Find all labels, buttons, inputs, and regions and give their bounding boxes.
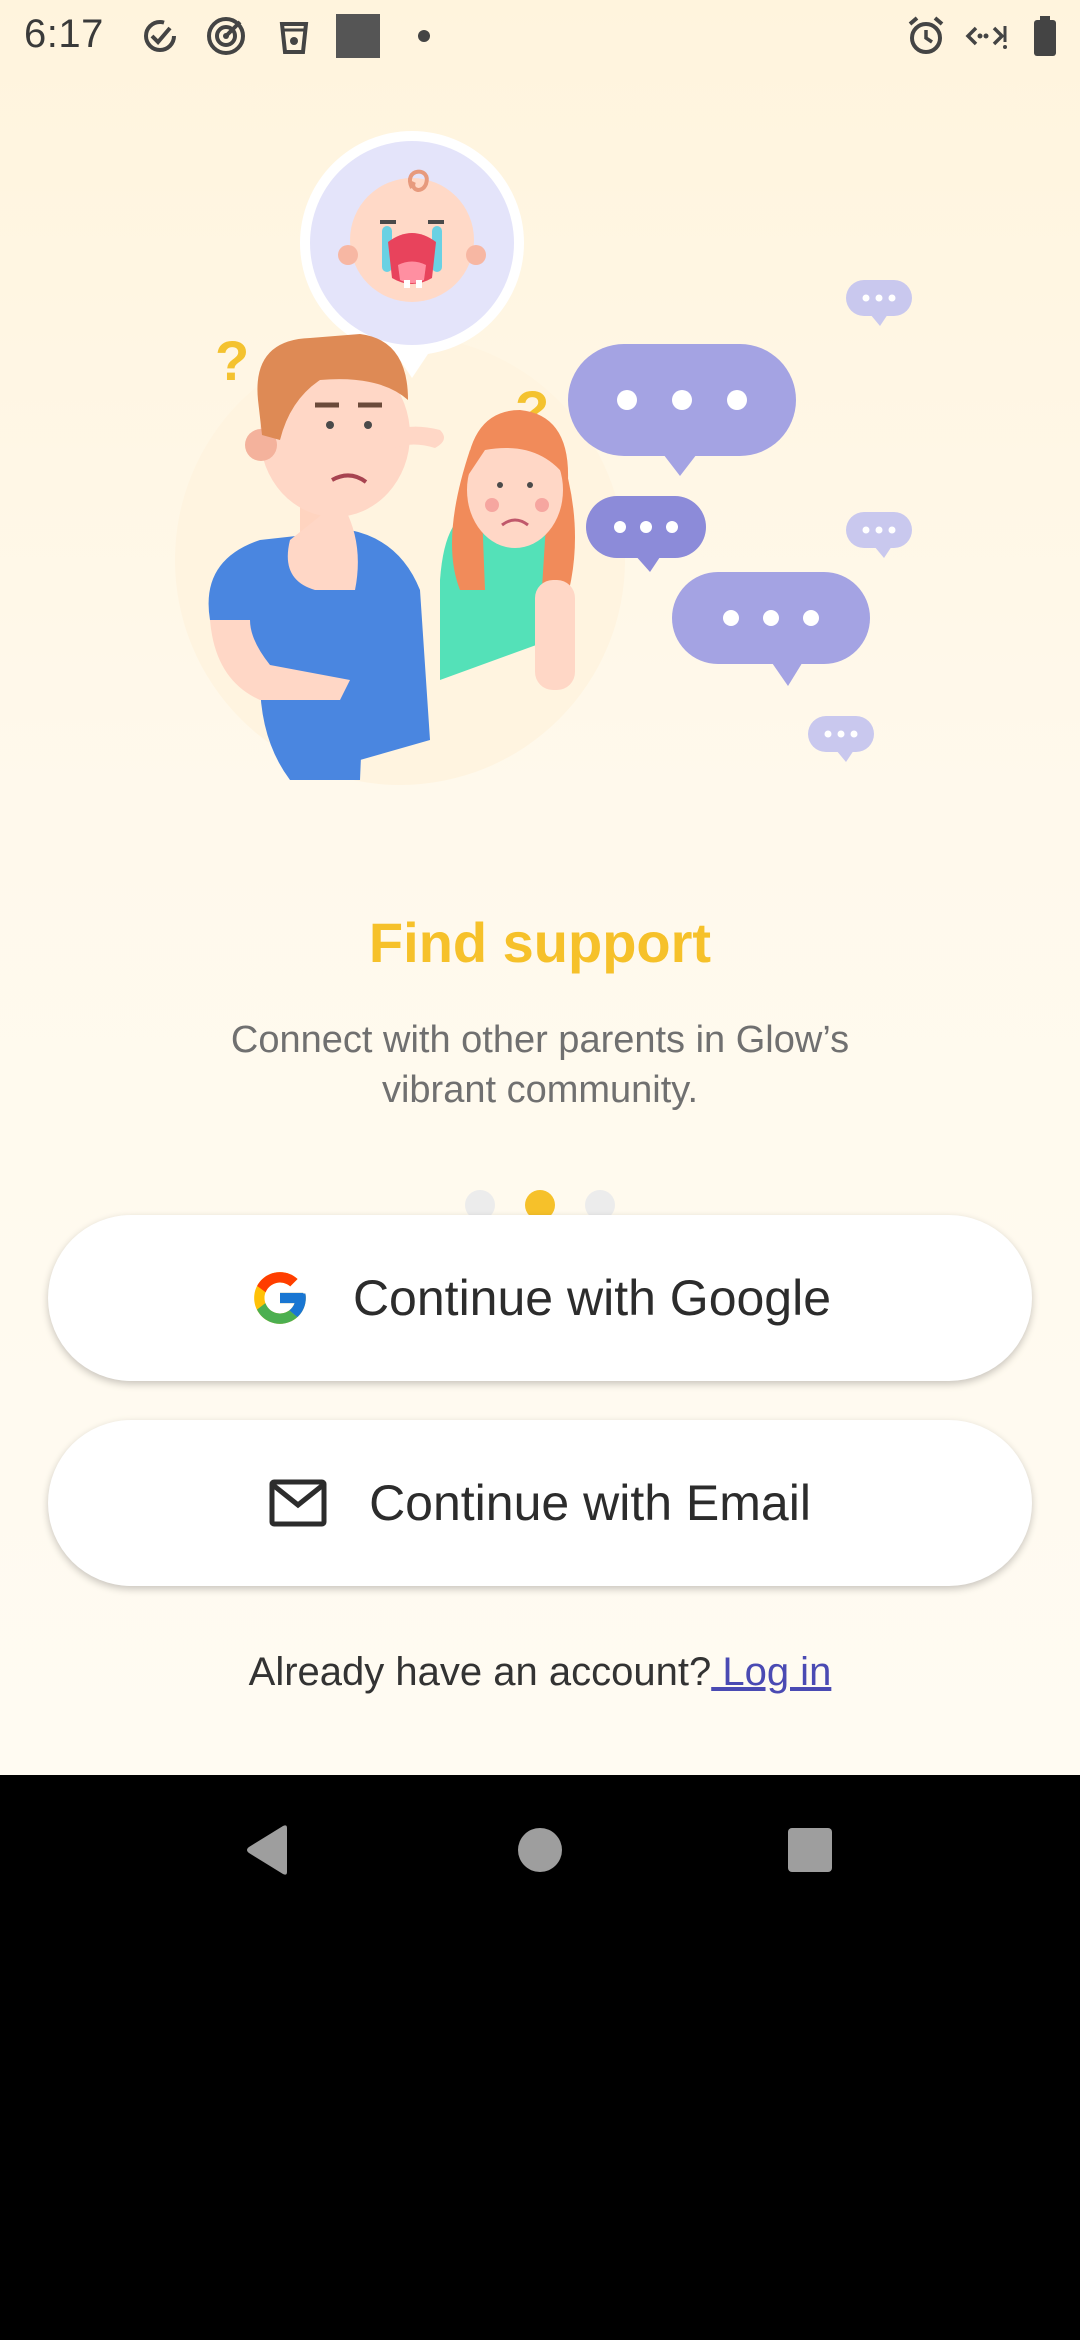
onboarding-illustration: ? ?	[140, 120, 940, 800]
login-row: Already have an account? Log in	[0, 1650, 1080, 1695]
mail-icon	[269, 1479, 327, 1527]
recents-icon[interactable]	[775, 1815, 845, 1885]
google-logo-icon	[249, 1267, 311, 1329]
login-prompt: Already have an account?	[248, 1650, 712, 1694]
home-icon[interactable]	[505, 1815, 575, 1885]
login-link[interactable]: Log in	[711, 1650, 831, 1694]
battery-icon	[1026, 14, 1070, 58]
onboarding-screen: 6:17 ? ? Find support Connect with other…	[0, 0, 1080, 1775]
navigation-bar	[0, 1775, 1080, 1920]
check-circle-icon	[138, 14, 182, 58]
screen: 6:17 ? ? Find support Connect with other…	[0, 0, 1080, 2340]
status-time: 6:17	[24, 12, 104, 56]
square-icon	[336, 14, 380, 58]
data-saver-icon	[964, 14, 1008, 58]
onboarding-subtitle: Connect with other parents in Glow’s vib…	[230, 1019, 850, 1111]
continue-with-email-button[interactable]: Continue with Email	[48, 1420, 1032, 1586]
target-icon	[204, 14, 248, 58]
back-icon[interactable]	[232, 1815, 302, 1885]
onboarding-title: Find support	[368, 911, 712, 974]
status-bar: 6:17	[0, 0, 1080, 72]
google-button-label: Continue with Google	[352, 1270, 832, 1326]
dot-icon	[410, 14, 454, 58]
email-button-label: Continue with Email	[369, 1475, 811, 1531]
trash-icon	[272, 14, 316, 58]
svg-text:?: ?	[215, 329, 249, 392]
continue-with-google-button[interactable]: Continue with Google	[48, 1215, 1032, 1381]
alarm-icon	[904, 14, 948, 58]
